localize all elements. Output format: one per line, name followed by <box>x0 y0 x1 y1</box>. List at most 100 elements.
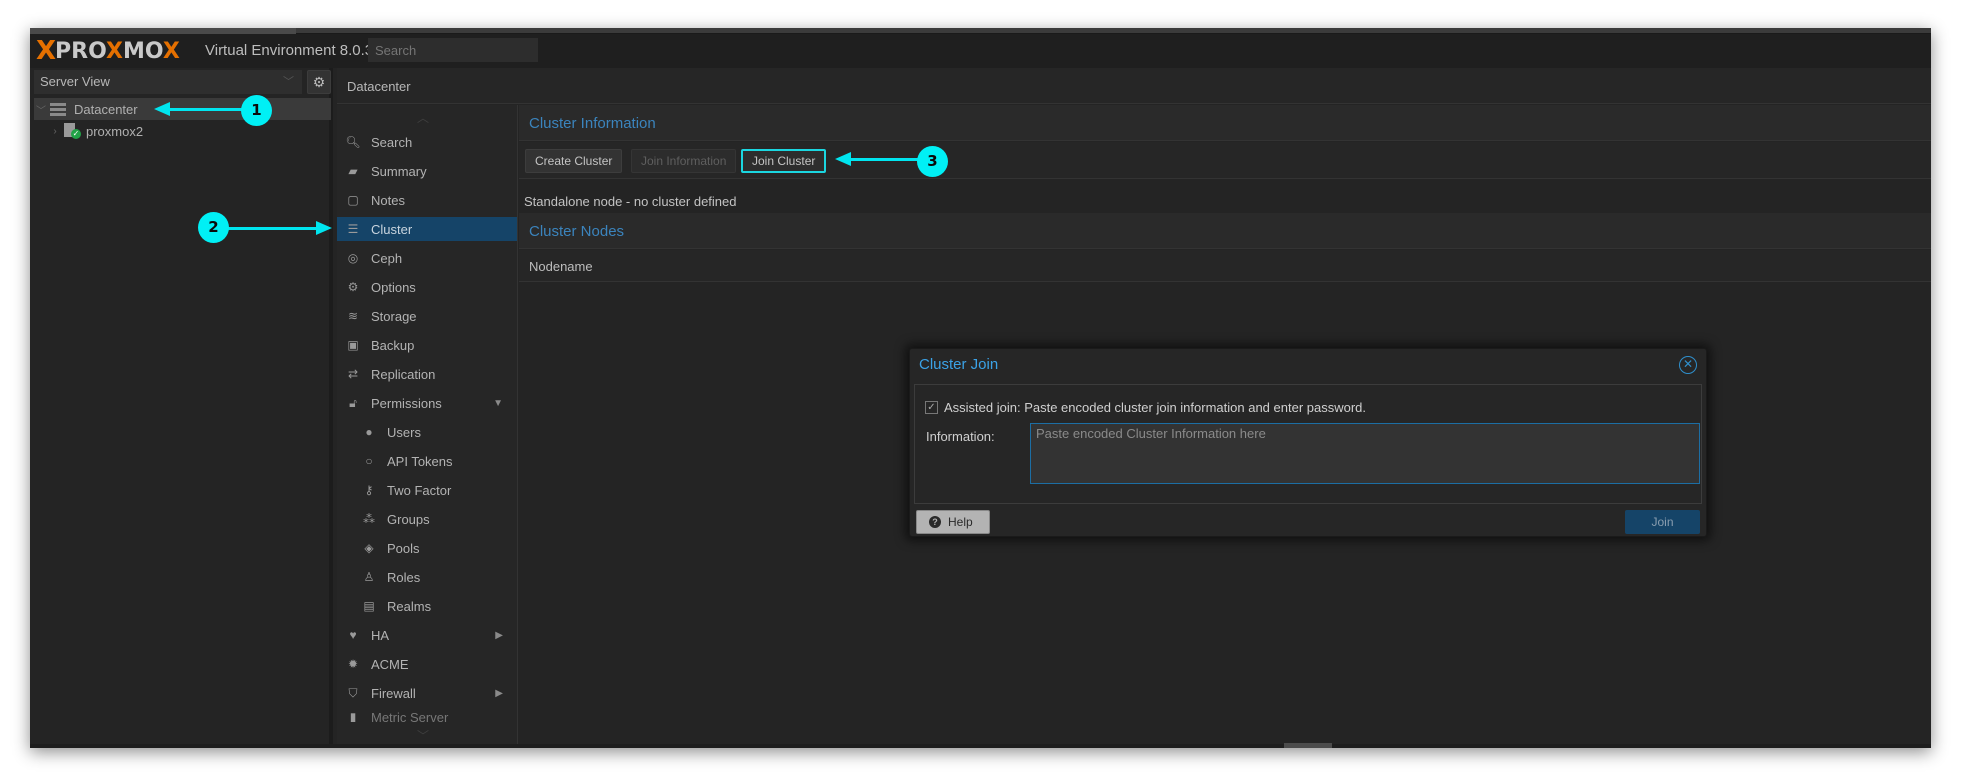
help-button[interactable]: ? Help <box>916 510 990 534</box>
nav-item-options[interactable]: ⚙ Options <box>337 275 517 299</box>
nav-item-label: Roles <box>387 569 421 585</box>
database-icon: ≋ <box>347 309 359 323</box>
floppy-icon: ▣ <box>347 338 359 352</box>
assisted-join-label[interactable]: Assisted join: Paste encoded cluster joi… <box>944 400 1366 415</box>
nav-item-ha[interactable]: ♥ HA ▶ <box>337 623 517 647</box>
nav-item-ceph[interactable]: ◎ Ceph <box>337 246 517 270</box>
view-selector-value: Server View <box>40 74 110 89</box>
server-stack-icon: ☰ <box>347 222 359 236</box>
view-selector[interactable]: Server View ﹀ <box>34 70 302 94</box>
logo-wordmark: PROXMOX <box>55 38 180 64</box>
information-label: Information: <box>926 429 995 444</box>
close-icon[interactable]: ✕ <box>1679 356 1697 374</box>
cluster-status-text: Standalone node - no cluster defined <box>524 194 737 209</box>
nav-item-label: Two Factor <box>387 482 452 498</box>
nav-item-label: Options <box>371 279 416 295</box>
nav-item-groups[interactable]: ⁂ Groups <box>337 507 517 531</box>
nav-item-pools[interactable]: ◈ Pools <box>337 536 517 560</box>
chevron-right-icon[interactable]: › <box>48 126 62 137</box>
cluster-nodes-header: Cluster Nodes <box>519 213 1931 249</box>
shield-icon: ⛉ <box>348 685 358 700</box>
log-panel-toggle[interactable] <box>1284 743 1332 748</box>
scroll-down-icon[interactable]: ﹀ <box>417 727 429 744</box>
nav-item-label: Groups <box>387 511 430 527</box>
create-cluster-button[interactable]: Create Cluster <box>525 149 623 173</box>
nav-item-replication[interactable]: ⇄ Replication <box>337 362 517 386</box>
section-title: Cluster Nodes <box>529 223 625 240</box>
address-book-icon: ▤ <box>363 599 375 613</box>
nav-item-label: Search <box>371 134 413 150</box>
caret-right-icon[interactable]: ▶ <box>495 630 503 641</box>
breadcrumb-bar: Datacenter <box>337 68 1931 104</box>
annotation-arrow-1 <box>154 102 250 116</box>
nav-item-users[interactable]: ● Users <box>337 420 517 444</box>
breadcrumb: Datacenter <box>347 79 411 94</box>
nav-item-cluster[interactable]: ☰ Cluster <box>337 217 517 241</box>
annotation-badge-2: 2 <box>198 212 229 243</box>
nav-item-label: API Tokens <box>387 453 453 469</box>
nav-item-label: HA <box>371 627 390 643</box>
join-button[interactable]: Join <box>1625 510 1700 534</box>
nav-item-storage[interactable]: ≋ Storage <box>337 304 517 328</box>
nav-item-label: Firewall <box>371 685 416 701</box>
proxmox-logo[interactable]: X PROXMOX <box>36 36 180 66</box>
gear-icon[interactable]: ⚙ <box>307 70 331 94</box>
nav-item-realms[interactable]: ▤ Realms <box>337 594 517 618</box>
information-textarea[interactable] <box>1030 423 1700 484</box>
users-icon: ⁂ <box>363 512 375 526</box>
user-outline-icon: ○ <box>365 454 373 468</box>
tree-item-label: Datacenter <box>74 101 138 117</box>
join-cluster-button[interactable]: Join Cluster <box>741 149 827 173</box>
tree-item-label: proxmox2 <box>86 123 144 139</box>
unlock-icon: 🔓︎ <box>349 395 357 410</box>
caret-down-icon[interactable]: ▼ <box>493 398 503 409</box>
question-circle-icon: ? <box>929 516 941 528</box>
chevron-down-icon: ﹀ <box>283 76 294 88</box>
ceph-icon: ◎ <box>347 251 359 265</box>
nav-item-permissions[interactable]: 🔓︎ Permissions ▼ <box>337 391 517 415</box>
nav-item-api-tokens[interactable]: ○ API Tokens <box>337 449 517 473</box>
nav-item-metric-server[interactable]: ▮ Metric Server <box>337 710 517 722</box>
scroll-up-icon[interactable]: ︿ <box>417 109 429 126</box>
dialog-body: ✓ Assisted join: Paste encoded cluster j… <box>914 384 1702 504</box>
column-nodename[interactable]: Nodename <box>529 259 593 274</box>
nav-item-label: Pools <box>387 540 420 556</box>
nav-item-label: ACME <box>371 656 409 672</box>
global-search-input[interactable] <box>368 38 538 62</box>
user-icon: ● <box>365 425 373 439</box>
nav-item-label: Replication <box>371 366 436 382</box>
assisted-join-checkbox[interactable]: ✓ <box>925 401 938 414</box>
nav-item-summary[interactable]: ▰ Summary <box>337 159 517 183</box>
nav-item-label: Users <box>387 424 421 440</box>
note-icon: ▢ <box>347 193 359 207</box>
annotation-arrow-2 <box>228 221 332 235</box>
nav-item-notes[interactable]: ▢ Notes <box>337 188 517 212</box>
help-label: Help <box>948 515 973 529</box>
header: X PROXMOX Virtual Environment 8.0.3 <box>30 34 1931 68</box>
search-icon: 🔍︎ <box>345 135 361 149</box>
nodes-column-header[interactable]: Nodename <box>519 250 1931 282</box>
caret-right-icon[interactable]: ▶ <box>495 688 503 699</box>
nav-item-roles[interactable]: ♙ Roles <box>337 565 517 589</box>
dialog-title: Cluster Join <box>919 356 999 373</box>
tree-item-proxmox2[interactable]: › ✓ proxmox2 <box>34 120 331 142</box>
annotation-badge-1: 1 <box>241 95 272 126</box>
bottom-bar <box>30 744 1931 748</box>
cluster-join-dialog: Cluster Join ✕ ✓ Assisted join: Paste en… <box>909 348 1707 537</box>
join-information-button[interactable]: Join Information <box>631 149 737 173</box>
nav-item-label: Realms <box>387 598 432 614</box>
cluster-information-header: Cluster Information <box>519 105 1931 141</box>
nav-item-search[interactable]: 🔍︎ Search <box>337 130 517 154</box>
nav-item-label: Storage <box>371 308 417 324</box>
nav-item-backup[interactable]: ▣ Backup <box>337 333 517 357</box>
chevron-down-icon[interactable]: ﹀ <box>34 102 48 117</box>
nav-item-firewall[interactable]: ⛉ Firewall ▶ <box>337 681 517 705</box>
product-version: Virtual Environment 8.0.3 <box>205 42 374 59</box>
male-icon: ♙ <box>363 570 375 584</box>
nav-item-label: Cluster <box>371 221 413 237</box>
nav-item-two-factor[interactable]: ⚷ Two Factor <box>337 478 517 502</box>
key-icon: ⚷ <box>364 483 374 497</box>
node-online-icon: ✓ <box>64 123 81 139</box>
nav-item-acme[interactable]: ✹ ACME <box>337 652 517 676</box>
book-icon: ▰ <box>348 164 358 178</box>
